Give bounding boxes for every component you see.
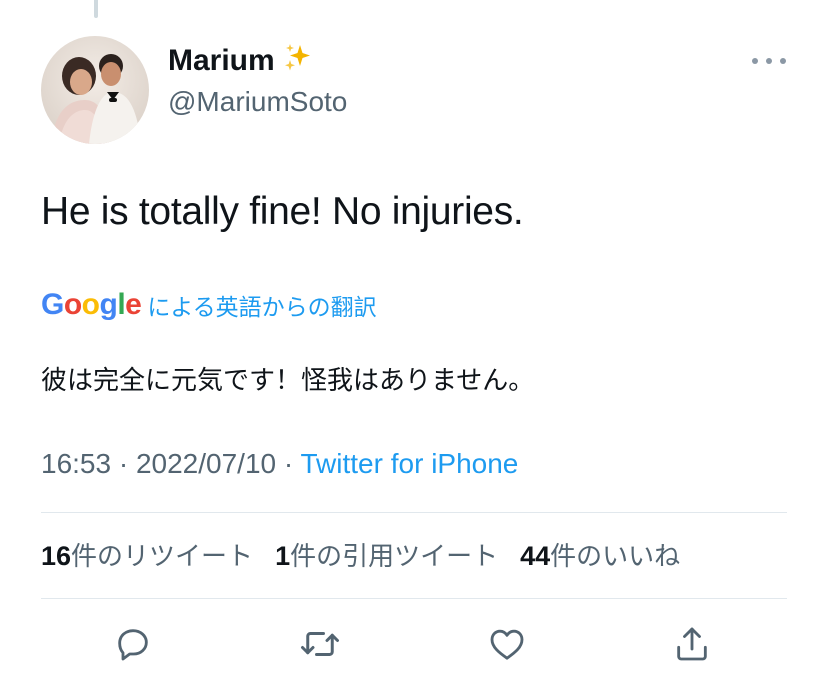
retweets-stat[interactable]: 16件のリツイート [41, 536, 253, 573]
tweet-meta: 16:53 · 2022/07/10 · Twitter for iPhone [41, 448, 518, 480]
google-logo: Google [41, 288, 142, 321]
divider [41, 512, 787, 513]
engagement-stats: 16件のリツイート 1件の引用ツイート 44件のいいね [41, 536, 680, 573]
display-name-row[interactable]: Marium [168, 42, 313, 80]
reply-icon [118, 629, 148, 661]
meta-separator: · [283, 448, 294, 479]
retweet-button[interactable] [298, 622, 342, 666]
divider [41, 598, 787, 599]
likes-stat[interactable]: 44件のいいね [520, 536, 680, 573]
translated-text: 彼は完全に元気です！怪我はありません。 [41, 366, 535, 396]
like-icon [490, 629, 524, 660]
retweets-count: 16 [41, 541, 72, 571]
retweets-label: 件のリツイート [71, 542, 254, 572]
tweet-source-link[interactable]: Twitter for iPhone [301, 448, 519, 479]
more-options-icon[interactable] [752, 48, 786, 74]
translation-label[interactable]: による英語からの翻訳 [147, 288, 376, 322]
like-button[interactable] [485, 622, 529, 666]
share-icon [677, 627, 707, 661]
share-button[interactable] [670, 622, 714, 666]
tweet-text: He is totally fine! No injuries. [41, 190, 524, 233]
likes-label: 件のいいね [550, 542, 681, 572]
quotes-label: 件の引用ツイート [290, 542, 499, 572]
display-name[interactable]: Marium [168, 44, 275, 78]
retweet-icon [301, 632, 339, 656]
user-handle[interactable]: @MariumSoto [168, 86, 347, 118]
translation-attribution[interactable]: Google による英語からの翻訳 [41, 288, 377, 322]
avatar[interactable] [41, 36, 149, 144]
quotes-count: 1 [275, 541, 291, 571]
tweet-date: 2022/07/10 [135, 448, 277, 479]
quotes-stat[interactable]: 1件の引用ツイート [275, 536, 498, 573]
sparkles-icon [283, 42, 313, 80]
meta-separator: · [118, 448, 129, 479]
thread-connector-line [94, 0, 98, 18]
likes-count: 44 [520, 541, 551, 571]
tweet-time: 16:53 [41, 448, 112, 479]
reply-button[interactable] [111, 622, 155, 666]
